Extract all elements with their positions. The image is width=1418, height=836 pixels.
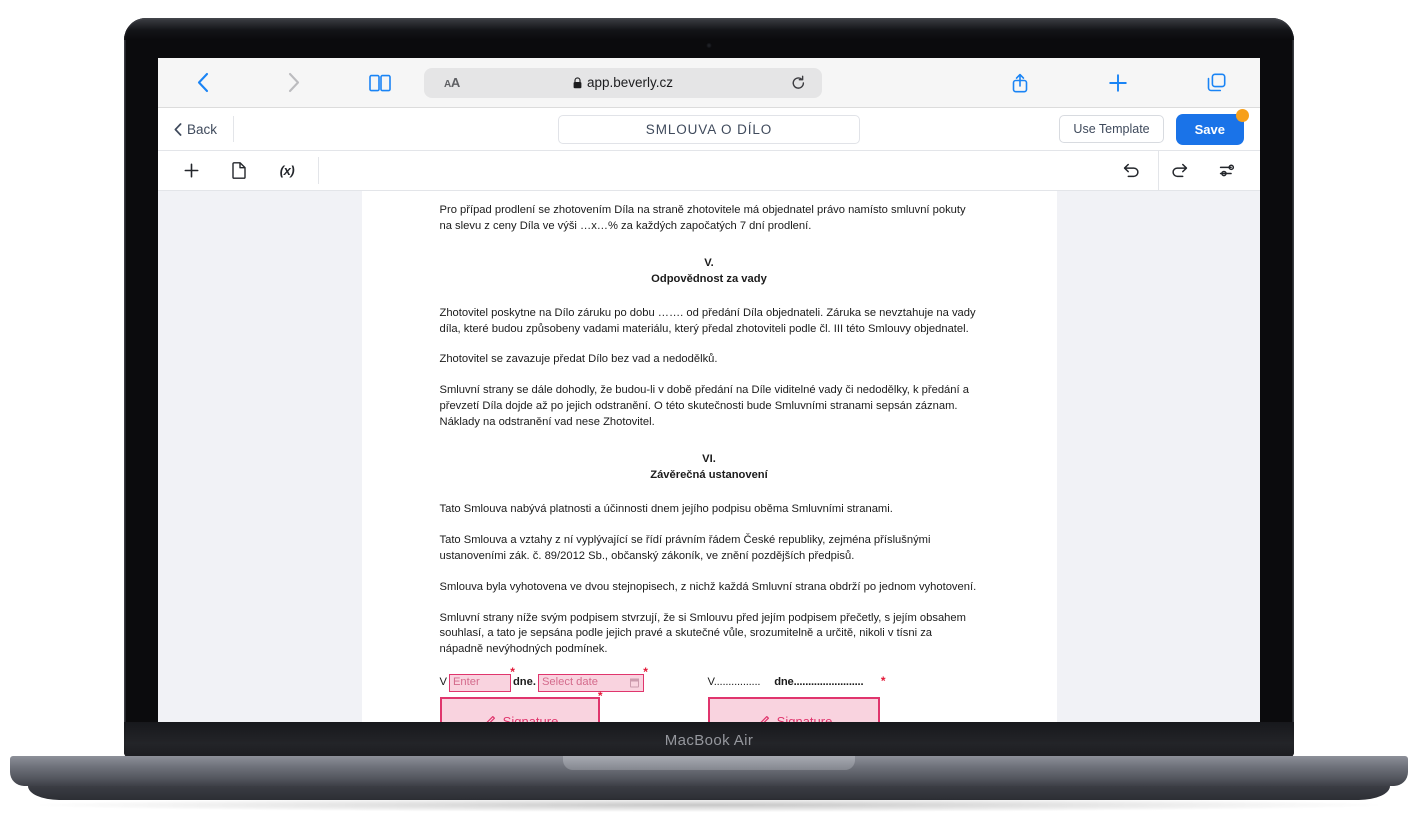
insert-page-button[interactable] <box>228 160 250 182</box>
document-title-input[interactable]: SMLOUVA O DÍLO <box>558 114 860 144</box>
toolbar-divider <box>318 157 319 184</box>
required-marker: * <box>597 689 603 704</box>
paragraph: Pro případ prodlení se zhotovením Díla n… <box>439 204 966 232</box>
variable-x-icon: (x) <box>279 163 295 178</box>
paragraph: Tato Smlouva a vztahy z ní vyplývající s… <box>439 533 931 562</box>
reload-icon <box>792 75 805 89</box>
date-picker-input[interactable]: Select date * <box>537 666 648 693</box>
browser-tabs-button[interactable] <box>1194 66 1238 100</box>
article-number: VI. <box>702 453 716 466</box>
sliders-icon <box>1219 164 1234 177</box>
place-date-row: V................ dne...................… <box>707 673 886 693</box>
app-header: Back SMLOUVA O DÍLO Use Template Save <box>158 108 1260 151</box>
browser-bookmarks-button[interactable] <box>358 66 402 100</box>
chevron-left-icon <box>174 122 182 136</box>
device-model-label: MacBook Air <box>664 731 754 749</box>
app-back-button[interactable]: Back <box>174 116 235 142</box>
undo-button[interactable] <box>1120 160 1142 182</box>
paragraph: Tato Smlouva nabývá platnosti a účinnost… <box>439 502 893 515</box>
place-prefix-label: V................ <box>707 676 761 689</box>
unsaved-changes-badge <box>1236 108 1249 122</box>
article-title: Závěrečná ustanovení <box>650 468 768 481</box>
place-date-row: V Enter * dne. Select date * <box>439 666 648 693</box>
article-number: V. <box>704 256 714 269</box>
calendar-icon <box>629 678 640 688</box>
paragraph: Zhotovitel se zavazuje předat Dílo bez v… <box>439 353 718 366</box>
laptop-base <box>10 756 1408 786</box>
reload-button[interactable] <box>791 75 806 91</box>
browser-toolbar-right <box>998 66 1238 100</box>
chevron-right-icon <box>288 72 299 93</box>
text-size-button[interactable]: AA <box>444 74 460 92</box>
url-display[interactable]: app.beverly.cz <box>424 75 822 90</box>
document-page[interactable]: Pro případ prodlení se zhotovením Díla n… <box>361 191 1057 744</box>
save-button[interactable]: Save <box>1175 108 1249 145</box>
document-canvas[interactable]: Pro případ prodlení se zhotovením Díla n… <box>158 191 1260 744</box>
browser-toolbar: AA app.beverly.cz <box>158 58 1260 108</box>
address-bar[interactable]: AA app.beverly.cz <box>424 67 822 98</box>
book-icon <box>369 74 391 91</box>
webcam-dot <box>706 43 712 48</box>
dne-label: dne........................ <box>774 676 864 689</box>
browser-new-tab-button[interactable] <box>1096 66 1140 100</box>
text-size-big-a: A <box>450 74 461 90</box>
dne-label: dne. <box>512 676 536 689</box>
redo-button[interactable] <box>1168 160 1190 182</box>
undo-icon <box>1123 163 1139 178</box>
editor-toolbar-left: (x) <box>180 151 318 190</box>
date-input-placeholder: Select date <box>541 676 598 689</box>
app-header-actions: Use Template Save <box>1059 108 1249 145</box>
plus-icon <box>184 163 198 178</box>
add-element-button[interactable] <box>180 160 202 182</box>
plus-icon <box>1109 73 1127 92</box>
editor-toolbar: (x) <box>158 150 1260 191</box>
paragraph: Smlouva byla vyhotovena ve dvou stejnopi… <box>439 580 977 593</box>
laptop-mockup: AA app.beverly.cz Back SMLOUVA O DÍLO Us… <box>0 0 1418 836</box>
document-settings-button[interactable] <box>1216 160 1238 182</box>
editor-toolbar-right <box>1096 150 1238 191</box>
lock-icon <box>573 76 582 88</box>
toolbar-divider-right <box>1158 150 1159 191</box>
use-template-button[interactable]: Use Template <box>1059 115 1164 143</box>
document-icon <box>232 162 246 179</box>
document-body: Pro případ prodlení se zhotovením Díla n… <box>439 203 979 744</box>
required-marker: * <box>643 665 648 680</box>
laptop-shadow <box>40 798 1378 812</box>
tabs-icon <box>1207 73 1226 92</box>
browser-back-button[interactable] <box>180 66 224 100</box>
required-marker: * <box>880 674 886 689</box>
browser-forward-button[interactable] <box>272 66 316 100</box>
place-prefix-label: V <box>439 676 447 689</box>
required-marker: * <box>510 665 515 680</box>
paragraph: Smluvní strany se dále dohodly, že budou… <box>439 384 969 429</box>
screen: AA app.beverly.cz Back SMLOUVA O DÍLO Us… <box>158 58 1260 744</box>
lid-bezel-highlight <box>124 18 1294 40</box>
chevron-left-icon <box>197 72 208 93</box>
paragraph: Zhotovitel poskytne na Dílo záruku po do… <box>439 306 976 335</box>
article-title: Odpovědnost za vady <box>651 272 767 285</box>
app-back-label: Back <box>187 121 218 137</box>
save-button-label: Save <box>1194 121 1225 137</box>
laptop-chin: MacBook Air <box>124 722 1294 758</box>
browser-share-button[interactable] <box>998 66 1042 100</box>
laptop-base-notch <box>563 756 855 770</box>
share-icon <box>1012 73 1028 92</box>
url-text: app.beverly.cz <box>586 75 674 90</box>
place-input-placeholder: Enter <box>452 676 480 689</box>
redo-icon <box>1171 163 1187 178</box>
insert-variable-button[interactable]: (x) <box>276 160 298 182</box>
paragraph: Smluvní strany níže svým podpisem stvrzu… <box>439 611 966 656</box>
place-input[interactable]: Enter * <box>448 666 515 693</box>
text-size-small-a: A <box>444 78 451 90</box>
